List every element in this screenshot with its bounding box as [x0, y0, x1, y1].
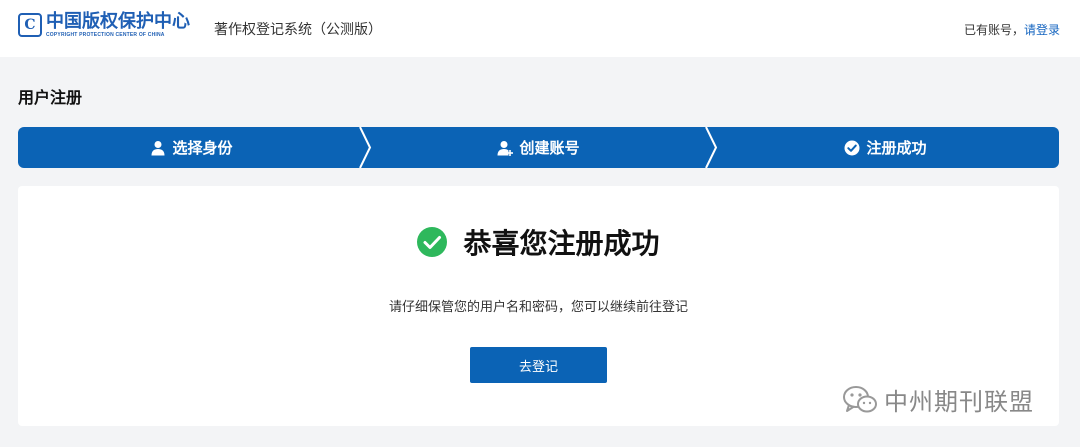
step-separator-icon [359, 127, 372, 168]
success-check-icon [417, 227, 448, 257]
registration-steps: 选择身份 创建账号 注册成功 [18, 127, 1059, 168]
logo-chinese-name: 中国版权保护中心 [46, 11, 190, 32]
step-register-success: 注册成功 [712, 127, 1059, 168]
step-create-account: 创建账号 [365, 127, 712, 168]
success-header: 恭喜您注册成功 [18, 222, 1059, 262]
login-prompt: 已有账号，请登录 [964, 21, 1060, 38]
step-label: 注册成功 [866, 139, 927, 157]
go-register-button[interactable]: 去登记 [470, 347, 607, 383]
page-title: 用户注册 [18, 88, 83, 107]
copyright-logo-icon: C [18, 13, 42, 37]
success-description: 请仔细保管您的用户名和密码，您可以继续前往登记 [388, 300, 688, 315]
watermark: 中州期刊联盟 [842, 382, 1034, 417]
step-label: 选择身份 [172, 139, 233, 157]
top-header: C 中国版权保护中心 COPYRIGHT PROTECTION CENTER O… [0, 0, 1080, 57]
login-link[interactable]: 请登录 [1024, 23, 1060, 37]
user-icon [151, 140, 165, 155]
have-account-text: 已有账号， [963, 23, 1024, 37]
success-title: 恭喜您注册成功 [463, 227, 660, 260]
cpcc-logo[interactable]: C 中国版权保护中心 COPYRIGHT PROTECTION CENTER O… [18, 12, 190, 38]
logo-text: 中国版权保护中心 COPYRIGHT PROTECTION CENTER OF … [46, 11, 190, 39]
add-user-icon [497, 140, 514, 156]
step-select-identity: 选择身份 [18, 127, 365, 168]
system-name: 著作权登记系统（公测版） [214, 22, 382, 38]
step-separator-icon [705, 127, 718, 168]
step-label: 创建账号 [519, 139, 580, 157]
check-circle-icon [844, 140, 860, 155]
wechat-icon [843, 385, 877, 412]
logo-english-name: COPYRIGHT PROTECTION CENTER OF CHINA [46, 32, 165, 38]
watermark-text: 中州期刊联盟 [884, 388, 1034, 416]
